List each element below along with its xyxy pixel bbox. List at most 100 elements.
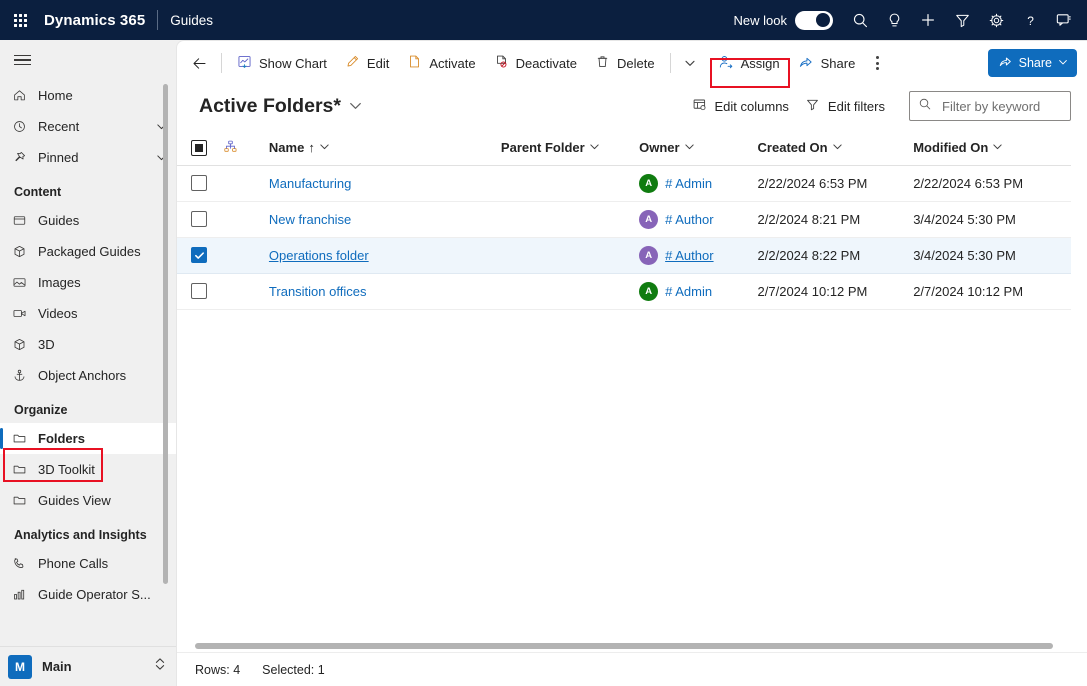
row-owner-link[interactable]: # Author	[665, 212, 713, 227]
row-owner-cell: A # Admin	[627, 165, 757, 201]
sidebar-item-label: Images	[34, 275, 170, 290]
sidebar-item-recent[interactable]: Recent	[0, 111, 176, 142]
filter-keyword-box[interactable]	[909, 91, 1071, 121]
row-checkbox[interactable]	[191, 211, 207, 227]
sidebar-item-images[interactable]: Images	[0, 267, 176, 298]
back-arrow-icon[interactable]	[183, 48, 215, 78]
activate-button[interactable]: Activate	[398, 48, 484, 78]
edit-filters-button[interactable]: Edit filters	[797, 91, 893, 121]
column-label: Parent Folder	[501, 140, 585, 155]
sidebar-item-label: 3D	[34, 337, 170, 352]
row-checkbox[interactable]	[191, 247, 207, 263]
sidebar-item-object-anchors[interactable]: Object Anchors	[0, 360, 176, 391]
share-button[interactable]: Share	[789, 48, 865, 78]
share-primary-label: Share	[1019, 56, 1052, 70]
sort-ascending-icon: ↑	[308, 140, 315, 155]
assign-button[interactable]: Assign	[709, 48, 789, 78]
row-owner-link[interactable]: # Admin	[665, 284, 712, 299]
plus-icon[interactable]	[911, 2, 945, 38]
brand-title[interactable]: Dynamics 365	[40, 12, 157, 29]
row-modified-cell: 3/4/2024 5:30 PM	[913, 237, 1071, 273]
table-row[interactable]: Manufacturing A # Admin 2/22/2024 6:53 P…	[177, 165, 1071, 201]
share-primary-button[interactable]: Share	[988, 49, 1077, 77]
feedback-icon[interactable]	[1047, 2, 1081, 38]
column-header-parent-folder[interactable]: Parent Folder	[501, 131, 627, 165]
deactivate-button[interactable]: Deactivate	[485, 48, 586, 78]
chevron-down-icon[interactable]	[832, 140, 843, 155]
new-look-toggle-group[interactable]: New look	[734, 11, 833, 30]
view-selector[interactable]: Active Folders*	[199, 95, 362, 118]
column-header-name[interactable]: Name ↑	[257, 131, 501, 165]
select-all-checkbox[interactable]	[191, 140, 207, 156]
row-parent-cell	[501, 237, 627, 273]
sidebar-item-pinned[interactable]: Pinned	[0, 142, 176, 173]
row-name-link[interactable]: New franchise	[257, 212, 351, 227]
sidebar-scrollbar[interactable]	[163, 84, 168, 584]
sidebar-item-guides-view[interactable]: Guides View	[0, 485, 176, 516]
sidebar-item-home[interactable]: Home	[0, 80, 176, 111]
avatar: A	[639, 174, 658, 193]
chevron-down-icon[interactable]	[349, 95, 362, 118]
table-row[interactable]: Transition offices A # Admin 2/7/2024 10…	[177, 273, 1071, 309]
waffle-icon[interactable]	[0, 0, 40, 40]
sidebar-item-label: Guides	[34, 213, 170, 228]
row-checkbox[interactable]	[191, 175, 207, 191]
new-look-toggle[interactable]	[795, 11, 833, 30]
search-icon[interactable]	[843, 2, 877, 38]
table-row[interactable]: Operations folder A # Author 2/2/2024 8:…	[177, 237, 1071, 273]
delete-button[interactable]: Delete	[586, 48, 664, 78]
row-owner-cell: A # Admin	[627, 273, 757, 309]
row-owner-link[interactable]: # Author	[665, 248, 713, 263]
more-vertical-icon[interactable]	[864, 48, 890, 78]
row-modified-cell: 2/7/2024 10:12 PM	[913, 273, 1071, 309]
sidebar-item-phone-calls[interactable]: Phone Calls	[0, 548, 176, 579]
table-row[interactable]: New franchise A # Author 2/2/2024 8:21 P…	[177, 201, 1071, 237]
lightbulb-icon[interactable]	[877, 2, 911, 38]
chevron-down-icon[interactable]	[589, 140, 600, 155]
edit-columns-button[interactable]: Edit columns	[684, 91, 797, 121]
help-icon[interactable]: ?	[1013, 2, 1047, 38]
delete-label: Delete	[617, 56, 655, 71]
row-tree-cell	[223, 165, 257, 201]
row-owner-link[interactable]: # Admin	[665, 176, 712, 191]
column-header-created-on[interactable]: Created On	[758, 131, 914, 165]
edit-filters-label: Edit filters	[828, 99, 885, 114]
sidebar-item-guide-operator-summary[interactable]: Guide Operator S...	[0, 579, 176, 610]
grid-scrollbar-thumb[interactable]	[195, 643, 1053, 649]
hamburger-icon[interactable]	[0, 40, 176, 80]
updown-chevron-icon[interactable]	[154, 657, 166, 676]
row-owner-cell: A # Author	[627, 201, 757, 237]
package-icon	[12, 244, 34, 259]
column-header-modified-on[interactable]: Modified On	[913, 131, 1071, 165]
page-title: Active Folders*	[199, 95, 341, 118]
command-overflow-chevron-icon[interactable]	[677, 48, 703, 78]
edit-button[interactable]: Edit	[336, 48, 398, 78]
area-switcher[interactable]: M Main	[0, 646, 176, 686]
sidebar-item-packaged-guides[interactable]: Packaged Guides	[0, 236, 176, 267]
row-created-cell: 2/7/2024 10:12 PM	[758, 273, 914, 309]
row-name-link[interactable]: Transition offices	[257, 284, 367, 299]
gear-icon[interactable]	[979, 2, 1013, 38]
phone-icon	[12, 556, 34, 571]
row-name-link[interactable]: Manufacturing	[257, 176, 351, 191]
hierarchy-icon[interactable]	[223, 142, 238, 157]
sidebar-item-folders[interactable]: Folders	[0, 423, 176, 454]
sidebar-item-3d-toolkit[interactable]: 3D Toolkit	[0, 454, 176, 485]
row-select-cell	[177, 273, 223, 309]
grid-horizontal-scrollbar[interactable]	[195, 640, 1053, 652]
sidebar-item-3d[interactable]: 3D	[0, 329, 176, 360]
chevron-down-icon[interactable]	[684, 140, 695, 155]
chevron-down-icon[interactable]	[319, 140, 330, 155]
row-checkbox[interactable]	[191, 283, 207, 299]
row-name-link[interactable]: Operations folder	[257, 248, 369, 263]
sidebar-item-label: Home	[34, 88, 170, 103]
show-chart-button[interactable]: Show Chart	[228, 48, 336, 78]
sidebar-item-videos[interactable]: Videos	[0, 298, 176, 329]
chevron-down-icon[interactable]	[1058, 56, 1068, 70]
app-name-label[interactable]: Guides	[158, 13, 225, 28]
filter-icon[interactable]	[945, 2, 979, 38]
column-header-owner[interactable]: Owner	[627, 131, 757, 165]
search-input[interactable]	[940, 98, 1062, 115]
chevron-down-icon[interactable]	[992, 140, 1003, 155]
sidebar-item-guides[interactable]: Guides	[0, 205, 176, 236]
